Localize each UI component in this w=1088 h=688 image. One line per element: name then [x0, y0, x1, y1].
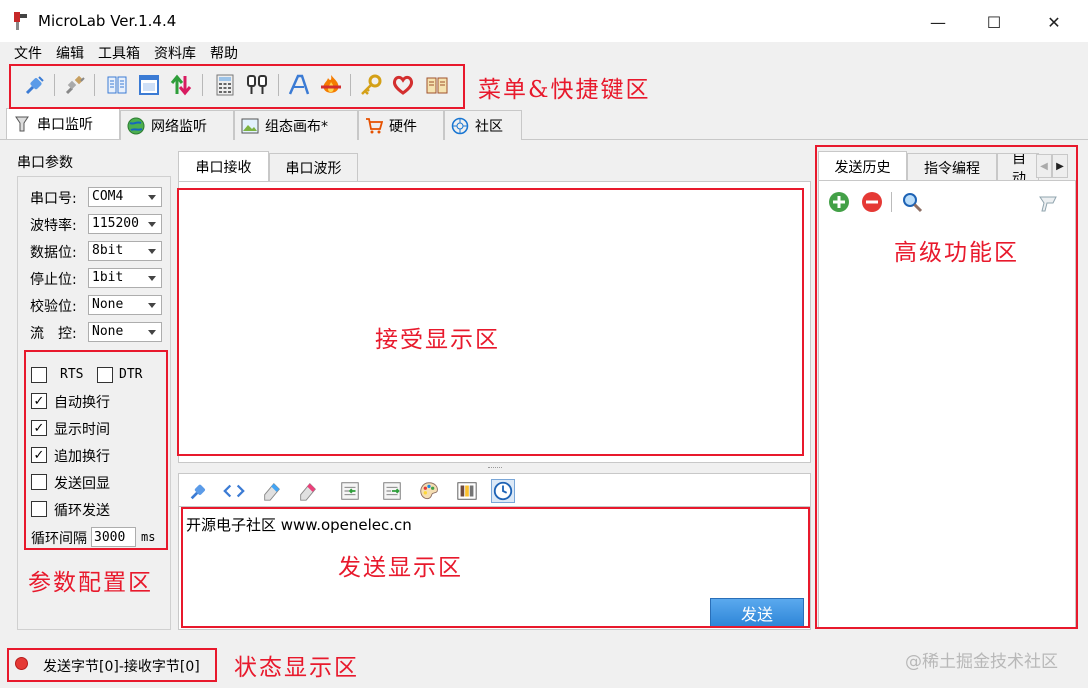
- annotation-box-advanced: [815, 145, 1078, 629]
- parity-select[interactable]: None: [88, 295, 162, 315]
- close-button[interactable]: ✕: [1026, 6, 1082, 38]
- serial-plug-icon: [13, 115, 31, 133]
- annotation-box-menu: [9, 64, 465, 109]
- menu-library[interactable]: 资料库: [154, 43, 196, 63]
- tab-label: 组态画布*: [265, 118, 328, 135]
- sliders-icon[interactable]: [455, 479, 479, 503]
- export-icon[interactable]: [380, 479, 404, 503]
- code-icon[interactable]: [222, 479, 246, 503]
- annotation-box-status: [7, 648, 217, 682]
- canvas-icon: [241, 117, 259, 135]
- annotation-status-display: 状态显示区: [234, 655, 359, 681]
- globe-icon: [127, 117, 145, 135]
- flowcontrol-select[interactable]: None: [88, 322, 162, 342]
- annotation-box-send: [181, 507, 810, 628]
- stopbits-label: 停止位:: [30, 272, 77, 288]
- maximize-button[interactable]: ☐: [966, 6, 1022, 38]
- chevron-down-icon: [148, 195, 156, 200]
- stopbits-value: 1bit: [92, 270, 124, 285]
- chevron-down-icon: [148, 303, 156, 308]
- menu-toolbox[interactable]: 工具箱: [98, 43, 140, 63]
- annotation-receive-display: 接受显示区: [375, 327, 500, 353]
- minimize-button[interactable]: —: [910, 6, 966, 38]
- chevron-down-icon: [148, 249, 156, 254]
- annotation-param-config: 参数配置区: [28, 570, 153, 596]
- tab-serial-monitor[interactable]: 串口监听: [6, 108, 120, 139]
- tab-label: 网络监听: [151, 118, 207, 135]
- import-icon[interactable]: [338, 479, 362, 503]
- connect-icon[interactable]: [187, 479, 211, 503]
- tab-hardware[interactable]: 硬件: [358, 110, 444, 140]
- eraser-text-icon[interactable]: [260, 479, 284, 503]
- annotation-menu-shortcut: 菜单&快捷键区: [478, 77, 651, 103]
- chevron-down-icon: [148, 330, 156, 335]
- splitter-handle[interactable]: [488, 467, 502, 470]
- databits-value: 8bit: [92, 243, 124, 258]
- flowcontrol-label: 流 控:: [30, 326, 77, 342]
- annotation-box-params: [24, 350, 168, 550]
- menu-bar: 文件 编辑 工具箱 资料库 帮助: [0, 42, 1088, 64]
- baud-select[interactable]: 115200: [88, 214, 162, 234]
- community-icon: [451, 117, 469, 135]
- app-logo-icon: [12, 11, 30, 31]
- tab-serial-waveform[interactable]: 串口波形: [269, 153, 358, 181]
- cart-icon: [365, 117, 383, 135]
- tab-label: 硬件: [389, 118, 417, 135]
- menu-edit[interactable]: 编辑: [56, 43, 84, 63]
- clock-icon[interactable]: [491, 479, 515, 503]
- databits-select[interactable]: 8bit: [88, 241, 162, 261]
- tab-network-monitor[interactable]: 网络监听: [120, 110, 234, 140]
- menu-file[interactable]: 文件: [14, 43, 42, 63]
- flowcontrol-value: None: [92, 324, 124, 339]
- parity-label: 校验位:: [30, 299, 77, 315]
- annotation-send-display: 发送显示区: [338, 555, 463, 581]
- tab-serial-receive[interactable]: 串口接收: [178, 151, 269, 182]
- eraser-hex-icon[interactable]: [296, 479, 320, 503]
- chevron-down-icon: [148, 276, 156, 281]
- port-value: COM4: [92, 189, 124, 204]
- tab-label: 社区: [475, 118, 503, 135]
- tab-canvas[interactable]: 组态画布*: [234, 110, 358, 140]
- stopbits-select[interactable]: 1bit: [88, 268, 162, 288]
- baud-label: 波特率:: [30, 218, 77, 234]
- parity-value: None: [92, 297, 124, 312]
- window-title: MicroLab Ver.1.4.4: [38, 12, 177, 30]
- port-label: 串口号:: [30, 191, 77, 207]
- watermark: @稀土掘金技术社区: [905, 652, 1058, 672]
- databits-label: 数据位:: [30, 245, 77, 261]
- tab-community[interactable]: 社区: [444, 110, 522, 140]
- serial-params-title: 串口参数: [17, 155, 73, 171]
- palette-icon[interactable]: [417, 479, 441, 503]
- baud-value: 115200: [92, 216, 139, 231]
- annotation-advanced: 高级功能区: [894, 240, 1019, 266]
- menu-help[interactable]: 帮助: [210, 43, 238, 63]
- chevron-down-icon: [148, 222, 156, 227]
- tab-label: 串口监听: [37, 117, 93, 133]
- port-select[interactable]: COM4: [88, 187, 162, 207]
